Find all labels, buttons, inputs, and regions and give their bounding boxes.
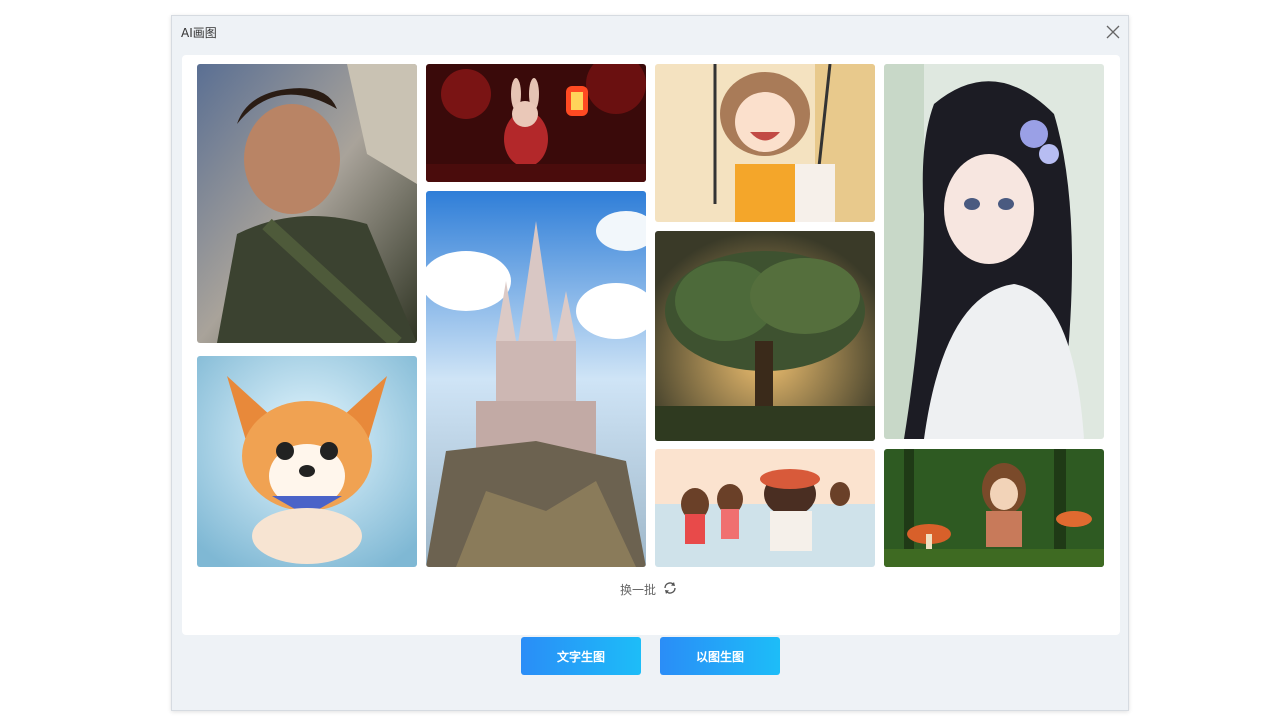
gallery-image-girls-on-beach[interactable] [655,449,875,567]
refresh-icon [662,580,678,599]
image-gallery-panel: 换一批 [182,55,1120,635]
gallery-image-portrait-young-man[interactable] [197,64,417,343]
refresh-button[interactable]: 换一批 [620,580,678,599]
gallery-image-anime-girl-flowers[interactable] [884,64,1104,439]
image-to-image-button[interactable]: 以图生图 [660,637,780,675]
text-to-image-button[interactable]: 文字生图 [521,637,641,675]
gallery-image-corgi-puppy[interactable] [197,356,417,567]
gallery-image-glowing-tree[interactable] [655,231,875,441]
gallery-image-girl-on-swing[interactable] [655,64,875,222]
gallery-image-red-rabbit-lantern[interactable] [426,64,646,182]
ai-drawing-dialog: AI画图 换一批 [171,15,1129,711]
gallery-image-fantasy-castle[interactable] [426,191,646,567]
refresh-label: 换一批 [620,583,657,597]
dialog-title: AI画图 [181,26,217,40]
close-icon[interactable] [1106,24,1120,39]
gallery-image-girl-in-forest-mushrooms[interactable] [884,449,1104,567]
